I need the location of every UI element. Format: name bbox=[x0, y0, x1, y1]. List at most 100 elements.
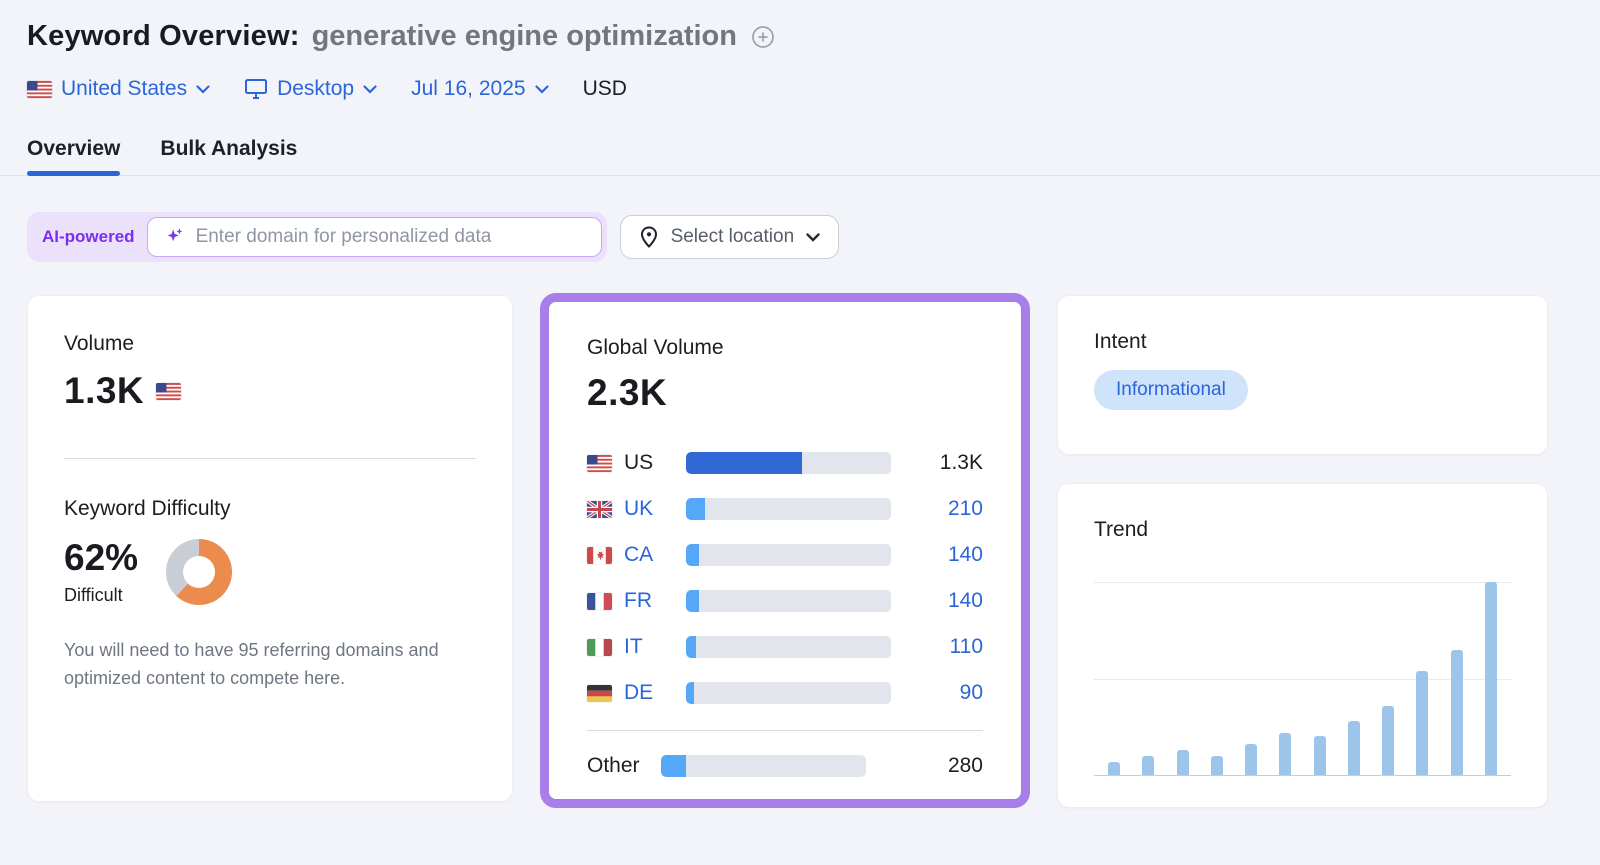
country-volume-bar-track bbox=[686, 682, 891, 704]
country-volume-row: FR 140 bbox=[587, 578, 983, 624]
kd-donut-chart bbox=[166, 539, 232, 605]
date-selector-label: Jul 16, 2025 bbox=[411, 77, 525, 101]
country-volume-bar-fill bbox=[686, 498, 705, 520]
it-flag-icon bbox=[587, 639, 612, 656]
trend-title: Trend bbox=[1094, 518, 1511, 542]
metric-cards: Volume 1.3K Keyword Difficulty 62% Diffi… bbox=[0, 262, 1600, 808]
country-volume-bar-fill bbox=[686, 544, 699, 566]
country-volume-bar-track bbox=[686, 590, 891, 612]
us-flag-icon bbox=[587, 455, 612, 472]
country-volume-value[interactable]: 90 bbox=[960, 681, 983, 705]
meta-row: United States Desktop Jul 16, 2025 USD bbox=[27, 77, 1573, 101]
intent-title: Intent bbox=[1094, 330, 1511, 354]
volume-value: 1.3K bbox=[64, 370, 144, 412]
country-volume-value[interactable]: 210 bbox=[948, 497, 983, 521]
country-volume-value: 1.3K bbox=[940, 451, 983, 475]
tab-overview[interactable]: Overview bbox=[27, 129, 120, 175]
device-selector[interactable]: Desktop bbox=[244, 77, 377, 101]
global-volume-highlight-frame: Global Volume 2.3K US 1.3K UK 210 CA 140 FR 140… bbox=[540, 293, 1030, 808]
us-flag-icon bbox=[156, 383, 181, 400]
country-volume-value: 280 bbox=[948, 754, 983, 778]
trend-bar bbox=[1485, 582, 1497, 775]
trend-bar bbox=[1348, 721, 1360, 775]
country-link[interactable]: US bbox=[624, 451, 686, 475]
country-volume-bar-fill bbox=[686, 636, 696, 658]
country-volume-row: IT 110 bbox=[587, 624, 983, 670]
trend-bar bbox=[1451, 650, 1463, 775]
country-volume-bar-fill bbox=[686, 590, 699, 612]
domain-input[interactable] bbox=[196, 226, 585, 248]
country-volume-value[interactable]: 140 bbox=[948, 543, 983, 567]
date-selector[interactable]: Jul 16, 2025 bbox=[411, 77, 548, 101]
country-link[interactable]: DE bbox=[624, 681, 686, 705]
trend-bar bbox=[1245, 744, 1257, 775]
trend-bar bbox=[1382, 706, 1394, 775]
ca-flag-icon bbox=[587, 547, 612, 564]
other-label: Other bbox=[587, 754, 661, 778]
domain-input-wrap bbox=[147, 217, 602, 257]
global-volume-card: Global Volume 2.3K US 1.3K UK 210 CA 140 FR 140… bbox=[549, 302, 1021, 799]
trend-bar-chart bbox=[1094, 582, 1511, 776]
kd-percentage: 62% bbox=[64, 537, 138, 579]
country-volume-bar-fill bbox=[686, 452, 802, 474]
country-volume-bar-track bbox=[686, 452, 891, 474]
global-volume-title: Global Volume bbox=[587, 336, 983, 360]
trend-bar bbox=[1177, 750, 1189, 775]
location-pin-icon bbox=[639, 226, 659, 248]
country-link[interactable]: IT bbox=[624, 635, 686, 659]
kd-description: You will need to have 95 referring domai… bbox=[64, 636, 476, 692]
device-selector-label: Desktop bbox=[277, 77, 354, 101]
country-volume-list: US 1.3K UK 210 CA 140 FR 140 IT 110 DE 90 Other 280 bbox=[587, 440, 983, 789]
select-location-button[interactable]: Select location bbox=[620, 215, 840, 259]
currency-label: USD bbox=[583, 77, 627, 101]
chart-baseline bbox=[1094, 775, 1511, 776]
volume-title: Volume bbox=[64, 332, 476, 356]
keyword-difficulty-title: Keyword Difficulty bbox=[64, 497, 476, 521]
plus-circle-icon[interactable] bbox=[751, 25, 775, 49]
page-keyword: generative engine optimization bbox=[312, 20, 737, 53]
country-link[interactable]: FR bbox=[624, 589, 686, 613]
country-volume-value[interactable]: 140 bbox=[948, 589, 983, 613]
intent-card: Intent Informational bbox=[1057, 295, 1548, 455]
country-link[interactable]: UK bbox=[624, 497, 686, 521]
country-selector[interactable]: United States bbox=[27, 77, 210, 101]
country-volume-row: UK 210 bbox=[587, 486, 983, 532]
other-volume-row: Other 280 bbox=[587, 743, 983, 789]
country-volume-bar-fill bbox=[661, 755, 686, 777]
trend-card: Trend bbox=[1057, 483, 1548, 808]
us-flag-icon bbox=[27, 81, 52, 98]
country-selector-label: United States bbox=[61, 77, 187, 101]
right-column: Intent Informational Trend bbox=[1057, 295, 1548, 808]
country-volume-row: DE 90 bbox=[587, 670, 983, 716]
filter-row: AI-powered Select location bbox=[0, 176, 1600, 262]
page-title: Keyword Overview: bbox=[27, 20, 300, 53]
page-header: Keyword Overview: generative engine opti… bbox=[0, 0, 1600, 101]
de-flag-icon bbox=[587, 685, 612, 702]
volume-card: Volume 1.3K Keyword Difficulty 62% Diffi… bbox=[27, 295, 513, 802]
kd-label: Difficult bbox=[64, 585, 138, 606]
country-link[interactable]: CA bbox=[624, 543, 686, 567]
intent-badge[interactable]: Informational bbox=[1094, 370, 1248, 410]
country-volume-bar-track bbox=[661, 755, 866, 777]
country-volume-row: US 1.3K bbox=[587, 440, 983, 486]
gb-flag-icon bbox=[587, 501, 612, 518]
trend-bar bbox=[1142, 756, 1154, 775]
trend-bar bbox=[1108, 762, 1120, 776]
country-volume-bar-track bbox=[686, 498, 891, 520]
trend-bar bbox=[1211, 756, 1223, 775]
desktop-icon bbox=[244, 78, 268, 100]
trend-bar bbox=[1314, 736, 1326, 775]
trend-bars bbox=[1108, 582, 1497, 775]
trend-bar bbox=[1416, 671, 1428, 775]
country-volume-bar-fill bbox=[686, 682, 694, 704]
global-volume-value: 2.3K bbox=[587, 372, 983, 414]
tab-bulk-analysis[interactable]: Bulk Analysis bbox=[160, 129, 297, 175]
chevron-down-icon bbox=[196, 85, 210, 94]
country-volume-value[interactable]: 110 bbox=[950, 635, 983, 659]
sparkles-icon bbox=[164, 226, 186, 248]
country-volume-bar-track bbox=[686, 544, 891, 566]
country-volume-row: CA 140 bbox=[587, 532, 983, 578]
trend-bar bbox=[1279, 733, 1291, 775]
chevron-down-icon bbox=[806, 233, 820, 242]
country-volume-bar-track bbox=[686, 636, 891, 658]
